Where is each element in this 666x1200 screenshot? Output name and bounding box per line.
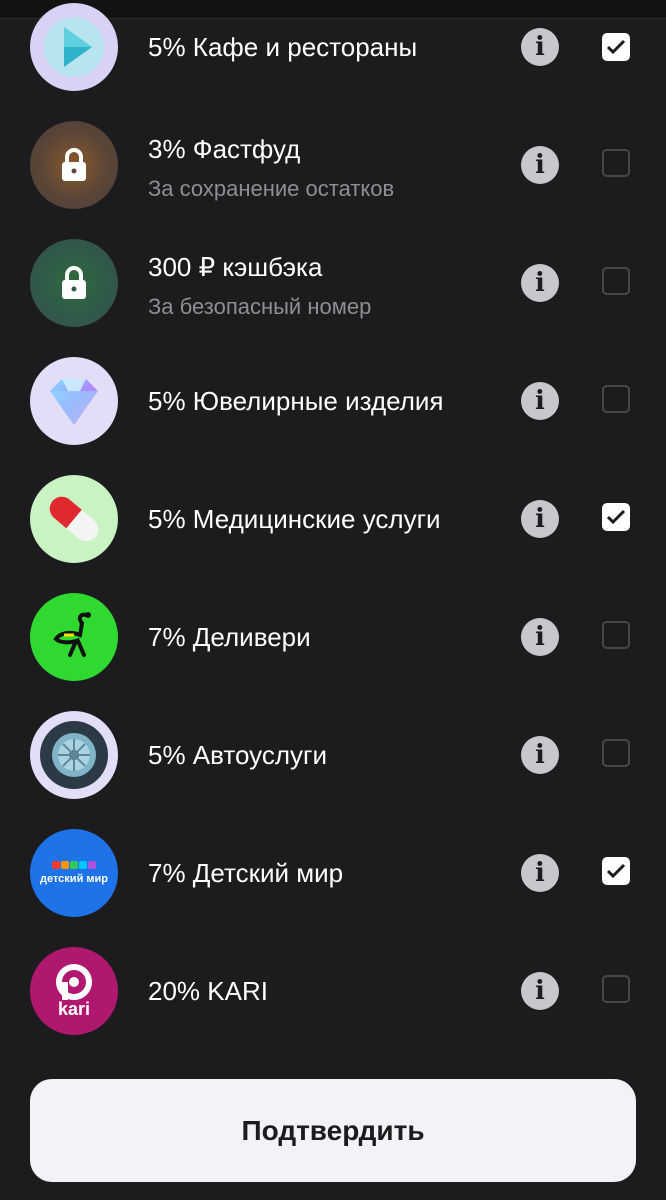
locked-category-icon bbox=[30, 121, 118, 209]
detsky-mir-logo: детский мир bbox=[30, 829, 118, 917]
detsky-mir-logo-text: детский мир bbox=[39, 873, 109, 885]
info-icon[interactable]: i bbox=[521, 500, 559, 538]
info-icon[interactable]: i bbox=[521, 854, 559, 892]
info-icon[interactable]: i bbox=[521, 972, 559, 1010]
diamond-icon bbox=[30, 357, 118, 445]
category-title: 5% Ювелирные изделия bbox=[148, 386, 444, 416]
category-checkbox[interactable] bbox=[602, 33, 630, 61]
wheel-icon bbox=[30, 711, 118, 799]
kari-logo-text: kari bbox=[57, 999, 91, 1019]
category-checkbox[interactable] bbox=[602, 267, 630, 295]
lock-icon bbox=[62, 266, 86, 299]
category-row-detsky-mir[interactable]: детский мир 7% Детский мир i bbox=[0, 814, 666, 932]
info-icon[interactable]: i bbox=[521, 736, 559, 774]
category-checkbox[interactable] bbox=[602, 975, 630, 1003]
kari-logo: kari bbox=[30, 947, 118, 1035]
checkmark-icon bbox=[606, 509, 626, 525]
checkmark-icon bbox=[606, 863, 626, 879]
color-blocks-icon bbox=[52, 861, 96, 869]
category-title: 7% Деливери bbox=[148, 622, 311, 652]
category-title: 7% Детский мир bbox=[148, 858, 344, 888]
info-icon[interactable]: i bbox=[521, 382, 559, 420]
info-icon[interactable]: i bbox=[521, 618, 559, 656]
category-row-auto[interactable]: 5% Автоуслуги i bbox=[0, 696, 666, 814]
category-title: 3% Фастфуд bbox=[148, 134, 301, 164]
category-title: 5% Медицинские услуги bbox=[148, 504, 441, 534]
info-icon[interactable]: i bbox=[521, 264, 559, 302]
category-checkbox[interactable] bbox=[602, 385, 630, 413]
confirm-button[interactable]: Подтвердить bbox=[30, 1079, 636, 1182]
category-title: 5% Автоуслуги bbox=[148, 740, 328, 770]
category-row-secure-number[interactable]: 300 ₽ кэшбэка За безопасный номер i bbox=[0, 224, 666, 342]
lock-icon bbox=[62, 148, 86, 181]
category-title: 5% Кафе и рестораны bbox=[148, 32, 418, 62]
category-checkbox[interactable] bbox=[602, 857, 630, 885]
category-row-cafe[interactable]: 5% Кафе и рестораны i bbox=[0, 0, 666, 106]
category-row-jewelry[interactable]: 5% Ювелирные изделия i bbox=[0, 342, 666, 460]
category-checkbox[interactable] bbox=[602, 739, 630, 767]
play-icon bbox=[30, 3, 118, 91]
category-title: 20% KARI bbox=[148, 976, 268, 1006]
ostrich-icon bbox=[30, 593, 118, 681]
category-title: 300 ₽ кэшбэка bbox=[148, 252, 323, 282]
pill-icon bbox=[30, 475, 118, 563]
info-icon[interactable]: i bbox=[521, 146, 559, 184]
category-checkbox[interactable] bbox=[602, 149, 630, 177]
category-checkbox[interactable] bbox=[602, 503, 630, 531]
category-subtitle: За сохранение остатков bbox=[148, 176, 395, 201]
category-row-delivery[interactable]: 7% Деливери i bbox=[0, 578, 666, 696]
info-icon[interactable]: i bbox=[521, 28, 559, 66]
kari-emblem-icon bbox=[56, 964, 92, 1000]
category-row-kari[interactable]: kari 20% KARI i bbox=[0, 932, 666, 1050]
category-subtitle: За безопасный номер bbox=[148, 294, 372, 319]
checkmark-icon bbox=[606, 39, 626, 55]
category-row-medical[interactable]: 5% Медицинские услуги i bbox=[0, 460, 666, 578]
locked-category-icon bbox=[30, 239, 118, 327]
category-row-fastfood[interactable]: 3% Фастфуд За сохранение остатков i bbox=[0, 106, 666, 224]
category-checkbox[interactable] bbox=[602, 621, 630, 649]
